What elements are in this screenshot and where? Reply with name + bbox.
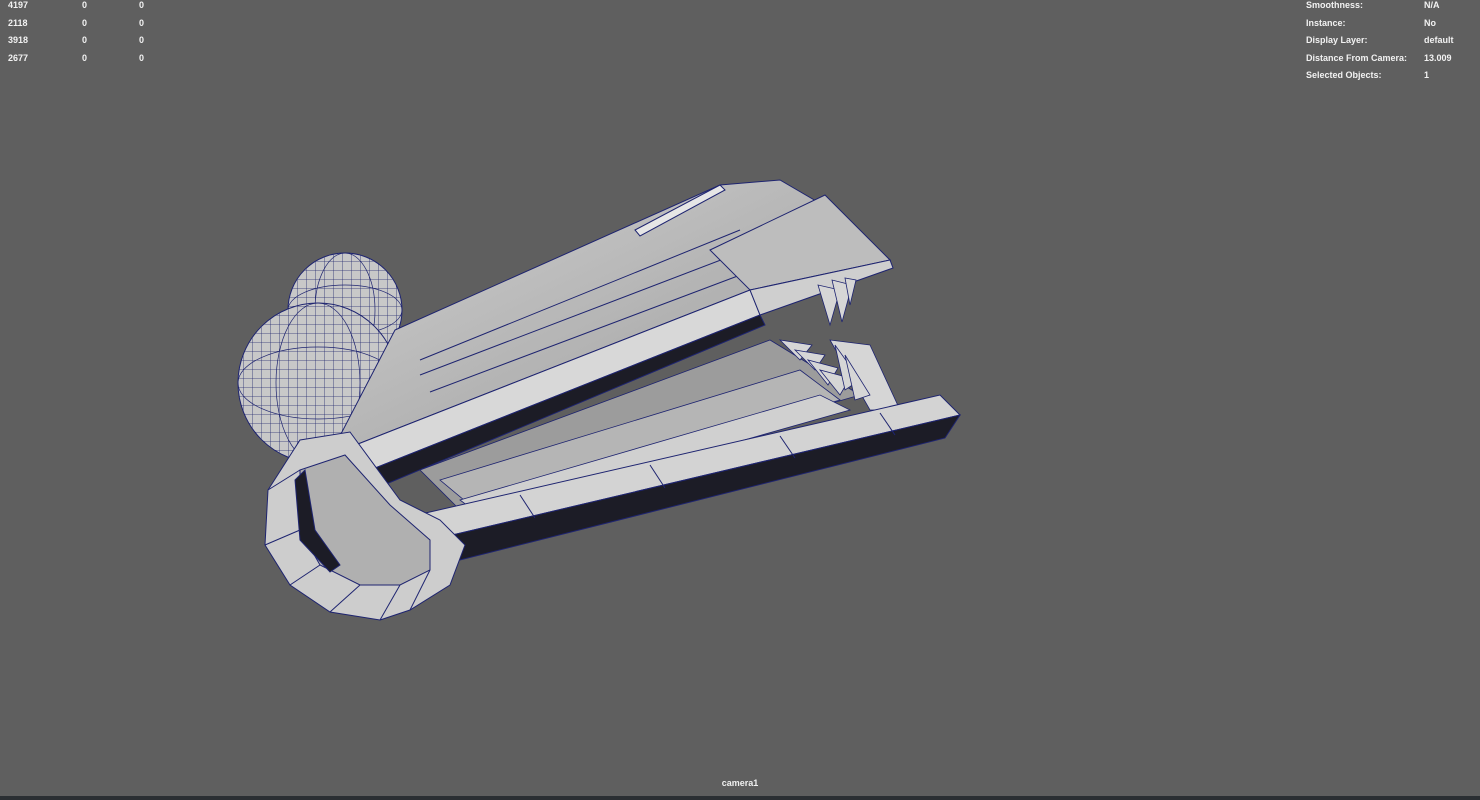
info-value: default bbox=[1424, 35, 1454, 45]
info-label: Instance: bbox=[1306, 17, 1346, 28]
info-label: Display Layer: bbox=[1306, 35, 1368, 45]
poly-count-row-verts: 4197 0 0 bbox=[8, 0, 159, 15]
info-label: Selected Objects: bbox=[1306, 70, 1382, 80]
info-row-selected: Selected Objects: 1 bbox=[1306, 67, 1474, 85]
poly-count-value: 0 bbox=[139, 0, 145, 10]
poly-count-value: 0 bbox=[139, 52, 145, 63]
poly-count-value: 0 bbox=[82, 0, 88, 10]
poly-count-value: 0 bbox=[82, 17, 88, 28]
3d-viewport[interactable]: 4197 0 0 2118 0 0 3918 0 0 2677 0 0 Smoo… bbox=[0, 0, 1480, 796]
poly-count-row-tris: 2677 0 0 bbox=[8, 50, 159, 68]
info-value: 1 bbox=[1424, 70, 1430, 80]
info-value: 13.009 bbox=[1424, 52, 1452, 63]
poly-count-hud: 4197 0 0 2118 0 0 3918 0 0 2677 0 0 bbox=[8, 0, 159, 67]
info-row-smoothness: Smoothness: N/A bbox=[1306, 0, 1474, 15]
object-info-hud: Smoothness: N/A Instance: No Display Lay… bbox=[1306, 0, 1474, 85]
info-value: No bbox=[1424, 17, 1436, 28]
poly-count-value: 0 bbox=[139, 35, 145, 45]
poly-count-value: 0 bbox=[82, 35, 88, 45]
poly-count-value: 4197 bbox=[8, 0, 29, 10]
poly-count-value: 2118 bbox=[8, 17, 28, 28]
info-row-instance: Instance: No bbox=[1306, 15, 1474, 33]
info-value: N/A bbox=[1424, 0, 1440, 10]
viewport-bottom-border bbox=[0, 796, 1480, 800]
info-label: Distance From Camera: bbox=[1306, 52, 1408, 63]
poly-count-value: 2677 bbox=[8, 52, 29, 63]
camera-name-label: camera1 bbox=[721, 778, 759, 788]
info-label: Smoothness: bbox=[1306, 0, 1364, 10]
info-row-display-layer: Display Layer: default bbox=[1306, 32, 1474, 50]
info-row-distance: Distance From Camera: 13.009 bbox=[1306, 50, 1474, 68]
poly-count-row-edges: 2118 0 0 bbox=[8, 15, 159, 33]
poly-count-value: 3918 bbox=[8, 35, 29, 45]
mesh-model[interactable] bbox=[0, 0, 1480, 796]
poly-count-row-faces: 3918 0 0 bbox=[8, 32, 159, 50]
poly-count-value: 0 bbox=[139, 17, 145, 28]
poly-count-value: 0 bbox=[82, 52, 88, 63]
